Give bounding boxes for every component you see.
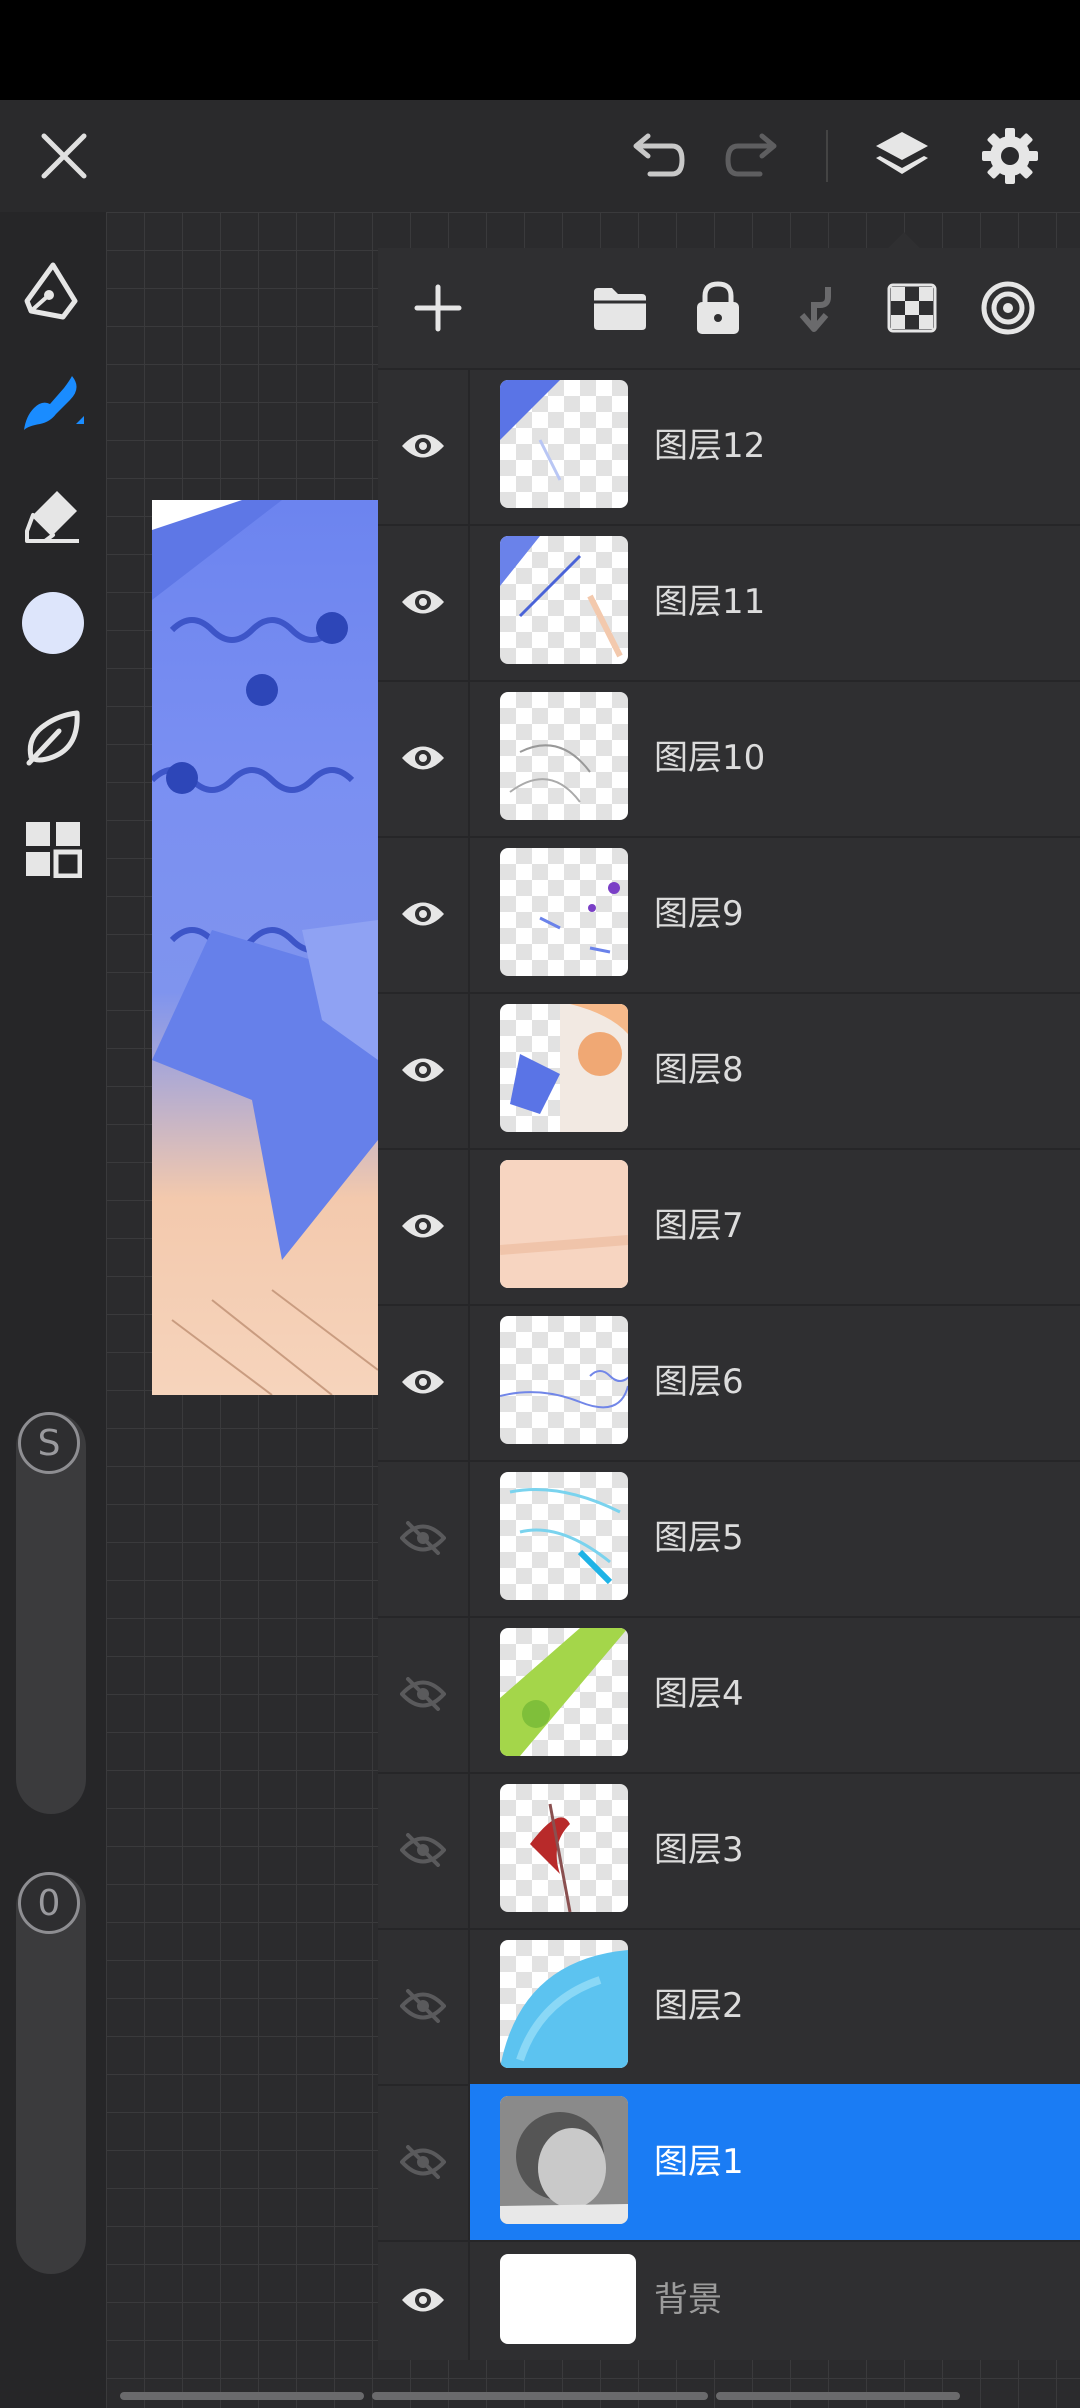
layer-thumbnail[interactable]	[500, 2096, 628, 2224]
layer-thumbnail[interactable]	[500, 1316, 628, 1444]
layer-row[interactable]: 图层9	[378, 836, 1080, 994]
eye-hidden-icon[interactable]	[378, 1616, 470, 1772]
layer-row[interactable]: 图层8	[378, 992, 1080, 1150]
pen-icon[interactable]	[14, 252, 92, 330]
layer-name: 图层1	[654, 2142, 744, 2182]
layer-thumbnail[interactable]	[500, 1472, 628, 1600]
layer-name: 图层3	[654, 1830, 744, 1870]
layer-name: 图层11	[654, 582, 766, 622]
eye-icon[interactable]	[378, 1304, 470, 1460]
grid-icon[interactable]	[14, 810, 92, 888]
layer-name: 图层2	[654, 1986, 744, 2026]
layer-thumbnail[interactable]	[500, 1940, 628, 2068]
background-layer-row[interactable]: 背景	[378, 2240, 1080, 2360]
eye-hidden-icon[interactable]	[378, 2084, 470, 2240]
layer-row[interactable]: 图层7	[378, 1148, 1080, 1306]
layer-row[interactable]: 图层10	[378, 680, 1080, 838]
scrollbar-segment	[120, 2392, 364, 2400]
scrollbar-segment	[372, 2392, 708, 2400]
layer-row[interactable]: 图层5	[378, 1460, 1080, 1618]
color-swatch[interactable]	[14, 584, 92, 662]
layer-row[interactable]: 图层11	[378, 524, 1080, 682]
layer-name: 图层9	[654, 894, 744, 934]
eye-icon[interactable]	[378, 2240, 470, 2360]
layer-name: 图层8	[654, 1050, 744, 1090]
eye-icon[interactable]	[378, 992, 470, 1148]
eraser-icon[interactable]	[14, 476, 92, 554]
left-toolbar: S 0	[0, 212, 106, 2408]
brush-icon[interactable]	[14, 364, 92, 442]
panel-caret	[888, 232, 920, 248]
gear-icon[interactable]	[970, 116, 1050, 196]
eye-icon[interactable]	[378, 524, 470, 680]
layer-row[interactable]: 图层12	[378, 368, 1080, 526]
layer-panel: 图层12 图层11 图层10 图层9 图层8 图层7 图层6 图层5 图层4 图层3 图层2 图层1 背…	[378, 248, 1080, 2360]
layer-name: 背景	[654, 2280, 722, 2320]
artwork-preview[interactable]	[152, 500, 378, 1395]
eye-hidden-icon[interactable]	[378, 1460, 470, 1616]
size-slider-knob[interactable]: S	[18, 1412, 80, 1474]
layer-panel-toolbar	[378, 248, 1080, 370]
status-bar	[0, 0, 1080, 100]
layer-name: 图层5	[654, 1518, 744, 1558]
eye-hidden-icon[interactable]	[378, 1772, 470, 1928]
top-toolbar	[0, 100, 1080, 212]
layer-name: 图层6	[654, 1362, 744, 1402]
layer-name: 图层10	[654, 738, 766, 778]
layer-name: 图层4	[654, 1674, 744, 1714]
eye-icon[interactable]	[378, 680, 470, 836]
layer-thumbnail[interactable]	[500, 536, 628, 664]
layer-name: 图层12	[654, 426, 766, 466]
opacity-slider-knob[interactable]: 0	[18, 1872, 80, 1934]
eye-hidden-icon[interactable]	[378, 1928, 470, 2084]
layer-name: 图层7	[654, 1206, 744, 1246]
lock-icon[interactable]	[678, 268, 758, 348]
close-icon[interactable]	[28, 120, 100, 192]
scrollbar-segment	[716, 2392, 960, 2400]
eye-icon[interactable]	[378, 1148, 470, 1304]
layer-row[interactable]: 图层2	[378, 1928, 1080, 2086]
layer-row[interactable]: 图层6	[378, 1304, 1080, 1462]
eye-icon[interactable]	[378, 368, 470, 524]
layer-thumbnail[interactable]	[500, 692, 628, 820]
background-thumbnail[interactable]	[500, 2254, 636, 2344]
size-slider-label: S	[37, 1422, 61, 1464]
add-icon[interactable]	[398, 268, 478, 348]
layer-thumbnail[interactable]	[500, 380, 628, 508]
target-icon[interactable]	[968, 268, 1048, 348]
eye-icon[interactable]	[378, 836, 470, 992]
layer-thumbnail[interactable]	[500, 1784, 628, 1912]
transparency-icon[interactable]	[872, 268, 952, 348]
layer-row[interactable]: 图层1	[378, 2084, 1080, 2242]
opacity-slider-label: 0	[37, 1882, 61, 1924]
layer-thumbnail[interactable]	[500, 1628, 628, 1756]
layer-row[interactable]: 图层3	[378, 1772, 1080, 1930]
leaf-icon[interactable]	[14, 698, 92, 776]
layer-thumbnail[interactable]	[500, 1160, 628, 1288]
layer-thumbnail[interactable]	[500, 1004, 628, 1132]
layer-thumbnail[interactable]	[500, 848, 628, 976]
layers-icon[interactable]	[862, 116, 942, 196]
undo-icon[interactable]	[618, 120, 694, 192]
folder-icon[interactable]	[580, 268, 660, 348]
toolbar-divider	[826, 130, 828, 182]
redo-icon[interactable]	[716, 120, 792, 192]
merge-down-icon[interactable]	[776, 268, 856, 348]
layer-row[interactable]: 图层4	[378, 1616, 1080, 1774]
